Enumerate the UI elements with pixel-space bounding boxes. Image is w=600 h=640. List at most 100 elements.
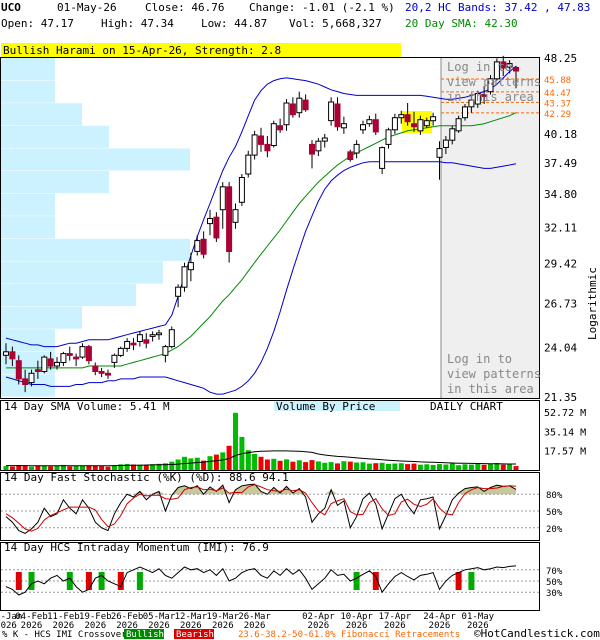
candle-body — [226, 186, 233, 252]
candle-body — [15, 360, 22, 380]
candle-body — [404, 114, 411, 123]
candle-body — [207, 218, 213, 225]
candle-body — [232, 209, 239, 223]
volume-tick-label: 17.57 M — [544, 447, 586, 458]
volume-bar — [29, 466, 34, 470]
volume-bar — [488, 463, 493, 470]
volume-bar — [500, 464, 506, 470]
volume-bar — [207, 456, 213, 470]
candle-body — [238, 177, 245, 203]
candle-body — [175, 286, 182, 297]
candle-body — [411, 123, 417, 128]
volume-bar — [405, 464, 411, 470]
recent-zone-shade — [441, 58, 539, 398]
volume-bar — [80, 466, 85, 470]
candle-body — [442, 139, 449, 149]
candle-body — [34, 369, 41, 373]
fib-level-label: 45.88 — [544, 76, 571, 86]
vbp-bar — [1, 171, 109, 194]
bullish-badge: Bullish — [126, 630, 164, 640]
candle-body — [219, 186, 226, 211]
volume-tick-label: 52.72 M — [544, 408, 586, 419]
candle-body — [136, 334, 143, 343]
candle-body — [3, 351, 9, 356]
candle-body — [436, 148, 443, 158]
fib-level-label: 44.47 — [544, 89, 571, 99]
volume-bar — [449, 463, 455, 470]
volume-bar — [322, 462, 328, 470]
price-tick-label: 26.73 — [544, 298, 577, 311]
crossover-marker — [468, 572, 475, 590]
candle-body — [340, 123, 347, 129]
volume-bar — [360, 462, 366, 470]
volume-bar — [233, 412, 238, 470]
price-tick-label: 24.04 — [544, 342, 577, 355]
candle-body — [168, 329, 175, 348]
candle-body — [391, 117, 398, 131]
volume-bar — [124, 463, 130, 470]
volume-bar — [430, 464, 436, 470]
volume-bar — [386, 463, 391, 470]
volume-bar — [341, 461, 347, 470]
volume-bar — [347, 461, 353, 470]
candle-body — [270, 123, 277, 146]
candle-body — [9, 351, 16, 360]
volume-bar — [481, 464, 487, 470]
volume-bar — [424, 464, 430, 470]
candle-body — [111, 354, 118, 363]
stock-chart: 45.88 44.4743.3742.29 48.25 40.18 37.49 34.8… — [0, 43, 600, 640]
vbp-bar — [1, 103, 82, 126]
candle-body — [449, 128, 456, 141]
vbp-bar — [1, 58, 55, 81]
volume-bar — [92, 465, 98, 470]
price-tick-label: 37.49 — [544, 157, 577, 170]
candle-body — [385, 129, 392, 145]
candle-body — [417, 119, 424, 132]
vbp-bar — [1, 216, 55, 239]
volume-bar — [258, 456, 264, 470]
price-tick-label: 40.18 — [544, 128, 577, 141]
volume-bar — [105, 466, 111, 470]
volume-bar — [194, 457, 200, 470]
candle-body — [213, 216, 220, 239]
candle-body — [117, 347, 124, 356]
candle-body — [372, 119, 379, 133]
volume-bar — [373, 463, 379, 470]
stochastic-tick-label: 20% — [546, 525, 563, 535]
candle-body — [513, 66, 519, 72]
login-top-line-3: in this area — [447, 90, 534, 104]
candle-body — [245, 154, 252, 175]
volume-bar — [379, 462, 385, 470]
candle-body — [277, 125, 284, 131]
candle-body — [66, 353, 73, 356]
volume-bar — [284, 459, 289, 470]
volume-bar — [22, 465, 28, 470]
volume-bar — [328, 462, 334, 470]
candle-body — [41, 356, 48, 373]
vbp-bar — [1, 284, 136, 307]
copyright[interactable]: ©HotCandlestick.com — [474, 627, 600, 640]
candle-body — [379, 147, 386, 169]
daily-chart-label: DAILY CHART — [430, 400, 503, 413]
vbp-bar — [1, 148, 190, 171]
login-bottom-line-3: in this area — [447, 382, 534, 396]
volume-bar — [411, 463, 417, 470]
candle-body — [79, 346, 86, 358]
imi-tick-label: 50% — [546, 578, 563, 588]
volume-bar — [303, 462, 309, 470]
x-axis: 29-Jan202604-Feb202611-Feb202619-Feb2026… — [0, 612, 495, 631]
volume-bar — [437, 464, 442, 470]
candle-body — [181, 266, 188, 288]
price-tick-label: 32.11 — [544, 221, 577, 234]
crossover-legend-label: % K - HCS IMI Crossover: — [2, 630, 132, 640]
volume-bar — [277, 460, 283, 470]
volume-bar — [398, 463, 404, 470]
candle-body — [347, 151, 354, 160]
candle-body — [187, 262, 194, 271]
log-axis-label: Logarithmic — [586, 267, 599, 340]
login-top-line-1: Log in to — [447, 60, 512, 74]
volume-bar — [462, 464, 468, 470]
candle-body — [200, 238, 207, 255]
candle-body — [423, 120, 430, 127]
candle-body — [309, 143, 315, 155]
